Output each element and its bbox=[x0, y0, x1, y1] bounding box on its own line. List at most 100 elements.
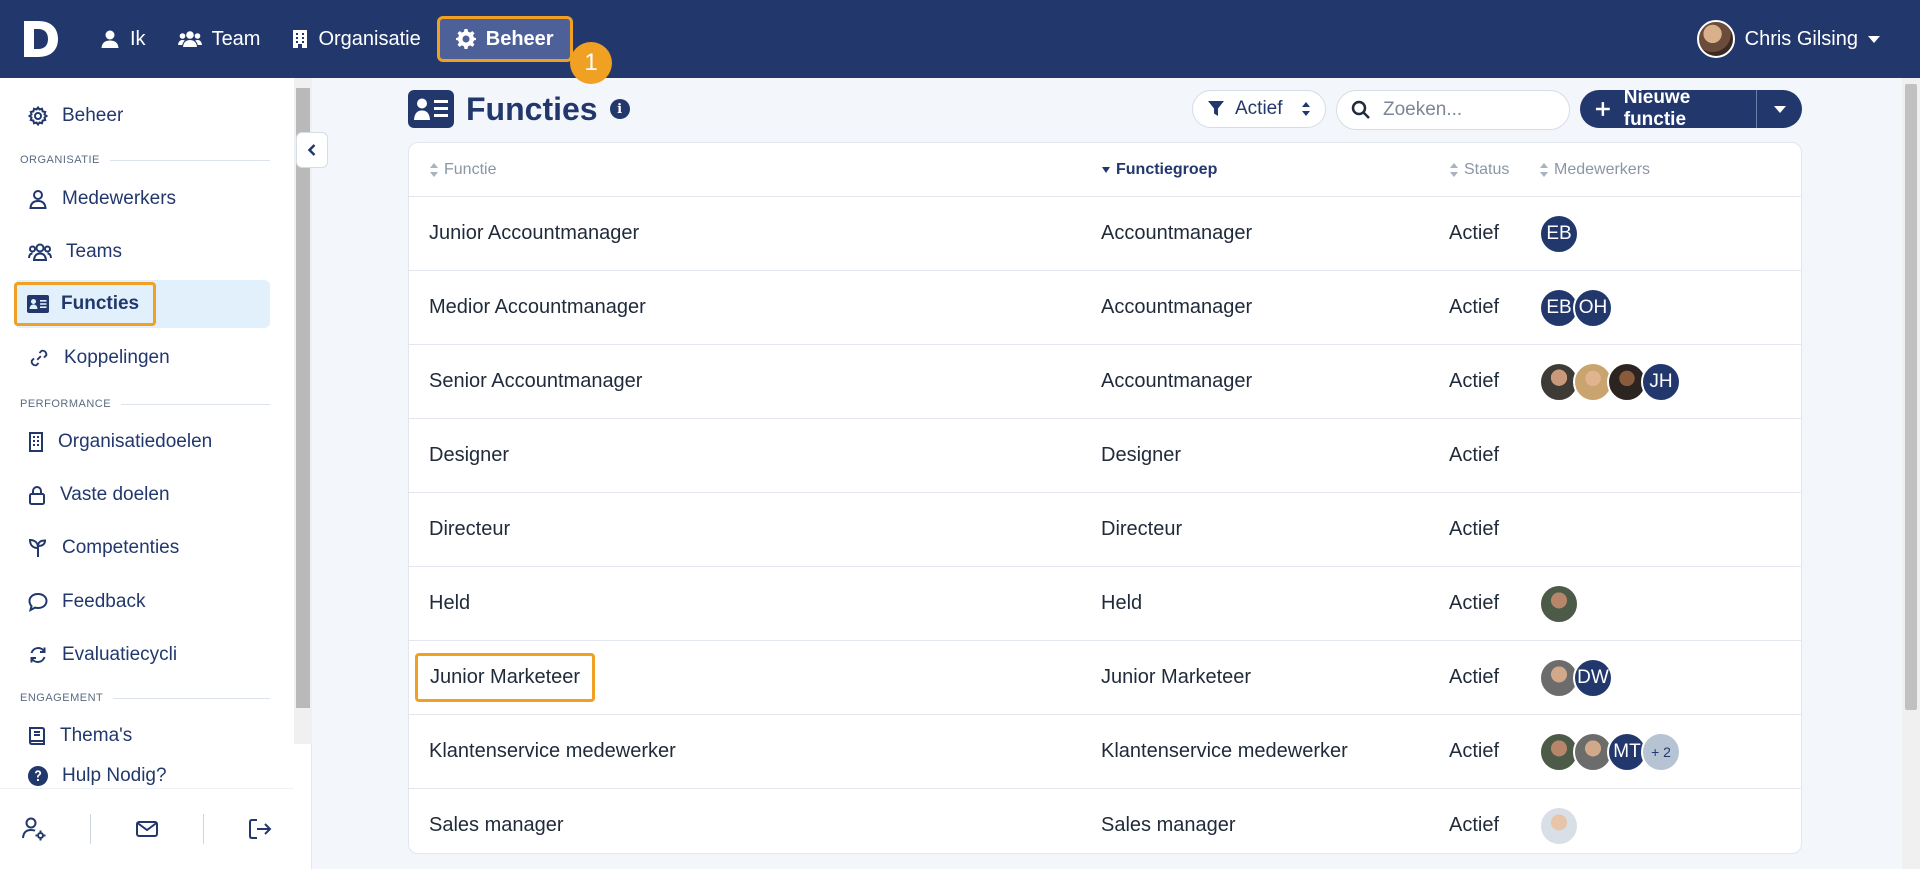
table-row[interactable]: Junior Marketeer Junior Marketeer Actief… bbox=[409, 641, 1801, 715]
info-icon[interactable]: i bbox=[609, 99, 630, 119]
user-settings-icon[interactable] bbox=[21, 816, 47, 842]
cell-medewerkers: MT + 2 bbox=[1539, 731, 1801, 772]
sidebar-item-vaste-doelen[interactable]: Vaste doelen bbox=[14, 471, 270, 519]
nav-team[interactable]: Team bbox=[162, 16, 277, 62]
avatar[interactable]: JH bbox=[1641, 361, 1681, 402]
sidebar-item-label: Feedback bbox=[62, 591, 146, 612]
column-status[interactable]: Status bbox=[1449, 161, 1539, 179]
section-organisatie: ORGANISATIE bbox=[20, 154, 270, 166]
sidebar-item-label: Vaste doelen bbox=[60, 484, 170, 505]
status-filter-button[interactable]: Actief bbox=[1192, 90, 1326, 128]
building-icon bbox=[293, 30, 308, 48]
table-header: Functie Functiegroep Status Medewerkers bbox=[409, 143, 1801, 197]
new-function-button[interactable]: Nieuwe functie bbox=[1580, 87, 1756, 130]
sidebar-item-organisatiedoelen[interactable]: Organisatiedoelen bbox=[14, 418, 270, 466]
new-function-label: Nieuwe functie bbox=[1623, 87, 1691, 130]
highlighted-functie[interactable]: Junior Marketeer bbox=[415, 653, 596, 702]
nav-ik[interactable]: Ik bbox=[84, 16, 162, 62]
nav-organisatie[interactable]: Organisatie bbox=[276, 16, 436, 62]
table-row[interactable]: Junior Accountmanager Accountmanager Act… bbox=[409, 197, 1801, 271]
cell-functiegroep: Accountmanager bbox=[1101, 222, 1253, 244]
chat-icon bbox=[28, 592, 48, 612]
table-row[interactable]: Directeur Directeur Actief bbox=[409, 493, 1801, 567]
callout-1: 1 bbox=[570, 42, 612, 84]
table-row[interactable]: Sales manager Sales manager Actief bbox=[409, 789, 1801, 853]
user-icon bbox=[101, 30, 119, 48]
sidebar-item-koppelingen[interactable]: Koppelingen bbox=[14, 334, 270, 382]
table-row[interactable]: Designer Designer Actief bbox=[409, 419, 1801, 493]
user-avatar bbox=[1696, 20, 1735, 58]
sidebar-item-competenties[interactable]: Competenties bbox=[14, 524, 270, 572]
column-functie[interactable]: Functie bbox=[409, 161, 1101, 179]
nav-beheer[interactable]: Beheer bbox=[436, 16, 573, 62]
section-label: ENGAGEMENT bbox=[20, 692, 104, 704]
page-title: Functies bbox=[466, 90, 598, 127]
book-icon bbox=[29, 727, 45, 745]
sidebar-footer bbox=[0, 788, 294, 869]
user-name: Chris Gilsing bbox=[1744, 27, 1858, 50]
sidebar-item-label: Teams bbox=[66, 241, 122, 262]
sidebar-item-teams[interactable]: Teams bbox=[14, 228, 270, 276]
column-label: Functiegroep bbox=[1116, 160, 1218, 178]
avatar[interactable]: OH bbox=[1573, 287, 1613, 328]
chevron-down-icon bbox=[1868, 35, 1880, 43]
column-medewerkers[interactable]: Medewerkers bbox=[1539, 161, 1801, 179]
cell-status: Actief bbox=[1449, 592, 1500, 614]
sidebar: Beheer ORGANISATIE Medewerkers Teams Fun… bbox=[0, 78, 312, 869]
user-menu[interactable]: Chris Gilsing bbox=[1696, 0, 1880, 78]
cell-functie: Junior Marketeer bbox=[409, 653, 1101, 702]
app-logo[interactable] bbox=[10, 0, 70, 78]
id-card-icon bbox=[27, 295, 49, 313]
nav-beheer-label: Beheer bbox=[485, 27, 554, 50]
more-avatars-badge[interactable]: + 2 bbox=[1641, 731, 1681, 772]
cell-functiegroep: Designer bbox=[1101, 444, 1182, 466]
sidebar-scrollbar[interactable] bbox=[294, 78, 312, 744]
avatar[interactable]: EB bbox=[1539, 213, 1579, 254]
avatar[interactable]: DW bbox=[1573, 657, 1613, 698]
sidebar-item-label: Koppelingen bbox=[64, 347, 170, 368]
column-functiegroep[interactable]: Functiegroep bbox=[1101, 161, 1449, 179]
section-performance: PERFORMANCE bbox=[20, 398, 270, 410]
table-row[interactable]: Medior Accountmanager Accountmanager Act… bbox=[409, 271, 1801, 345]
search-field[interactable] bbox=[1336, 90, 1570, 130]
sidebar-item-medewerkers[interactable]: Medewerkers bbox=[14, 175, 270, 223]
table-row[interactable]: Klantenservice medewerker Klantenservice… bbox=[409, 715, 1801, 789]
logout-icon[interactable] bbox=[247, 816, 273, 842]
nav-team-label: Team bbox=[211, 27, 261, 50]
new-function-dropdown[interactable] bbox=[1756, 90, 1802, 128]
section-engagement: ENGAGEMENT bbox=[20, 692, 270, 704]
avatar-photo[interactable] bbox=[1539, 805, 1579, 846]
sidebar-item-label: Thema's bbox=[60, 725, 133, 746]
section-label: ORGANISATIE bbox=[20, 154, 100, 166]
sidebar-item-evaluatiecycli[interactable]: Evaluatiecycli bbox=[14, 631, 270, 679]
users-icon bbox=[177, 31, 202, 47]
cell-functie: Designer bbox=[429, 444, 510, 466]
cell-functie: Klantenservice medewerker bbox=[429, 740, 676, 762]
nav-organisatie-label: Organisatie bbox=[318, 27, 421, 50]
cell-functie: Sales manager bbox=[429, 814, 564, 836]
help-icon bbox=[28, 766, 48, 786]
cell-functie: Held bbox=[429, 592, 471, 614]
cell-status: Actief bbox=[1449, 370, 1500, 392]
collapse-sidebar-button[interactable] bbox=[296, 132, 328, 168]
seedling-icon bbox=[28, 538, 47, 557]
table-row[interactable]: Senior Accountmanager Accountmanager Act… bbox=[409, 345, 1801, 419]
sidebar-item-label: Medewerkers bbox=[62, 188, 177, 209]
sidebar-item-feedback[interactable]: Feedback bbox=[14, 578, 270, 626]
sidebar-item-functies[interactable]: Functies bbox=[14, 280, 270, 328]
table-row[interactable]: Held Held Actief bbox=[409, 567, 1801, 641]
page-scrollbar[interactable] bbox=[1902, 78, 1920, 869]
cell-functie: Directeur bbox=[429, 518, 511, 540]
building-icon bbox=[29, 432, 43, 452]
search-input[interactable] bbox=[1383, 99, 1553, 121]
mail-icon[interactable] bbox=[134, 816, 160, 842]
sidebar-item-label: Evaluatiecycli bbox=[62, 644, 178, 665]
functions-table: Functie Functiegroep Status Medewerkers … bbox=[408, 142, 1802, 854]
sidebar-item-beheer[interactable]: Beheer bbox=[14, 92, 270, 140]
avatar-photo[interactable] bbox=[1539, 583, 1579, 624]
cell-status: Actief bbox=[1449, 222, 1500, 244]
cell-status: Actief bbox=[1449, 296, 1500, 318]
section-label: PERFORMANCE bbox=[20, 398, 112, 410]
chevron-left-icon bbox=[307, 144, 316, 156]
sidebar-item-label: Functies bbox=[61, 293, 140, 314]
